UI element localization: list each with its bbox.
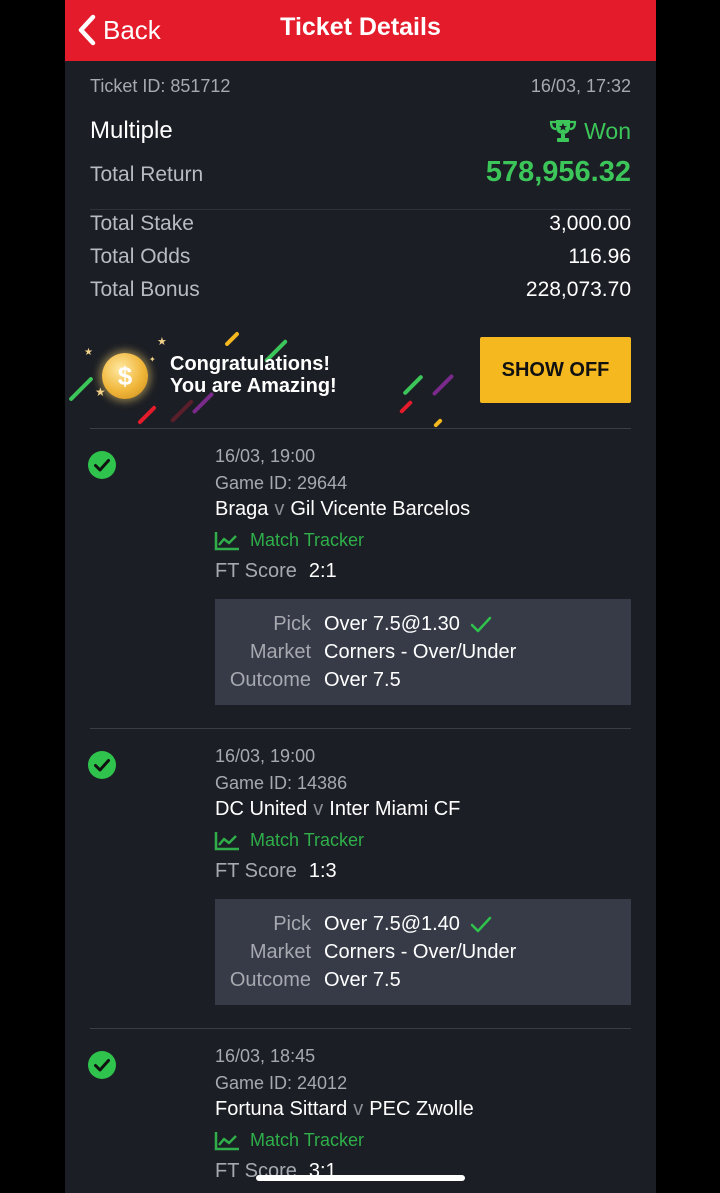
home-team: Braga [215, 498, 269, 520]
outcome-value: Over 7.5 [324, 669, 401, 691]
check-circle-icon [88, 451, 116, 479]
versus-label: v [274, 498, 285, 520]
leg-teams: Fortuna Sittard v PEC Zwolle [215, 1098, 474, 1121]
match-tracker-link[interactable]: Match Tracker [214, 830, 364, 851]
total-stake-value: 3,000.00 [549, 212, 631, 235]
total-return-value: 578,956.32 [485, 156, 631, 188]
confetti-streak [431, 373, 455, 397]
congrats-banner: ★ ★ ★ ✦ $ Congratulations! You are Amazi… [65, 325, 656, 430]
market-label: Market [249, 641, 311, 663]
header-bar: Back Ticket Details [65, 0, 656, 61]
ft-score-label: FT Score [215, 860, 297, 882]
chart-icon [214, 1131, 239, 1150]
ticket-meta-row: Ticket ID: 851712 16/03, 17:32 [90, 76, 631, 97]
star-icon: ✦ [149, 355, 156, 364]
pick-value: Over 7.5@1.40 [324, 913, 460, 935]
pick-label: Pick [273, 913, 311, 935]
ft-score-row: FT Score 2:1 [215, 560, 337, 583]
congrats-text: Congratulations! You are Amazing! [170, 353, 337, 397]
leg-teams: Braga v Gil Vicente Barcelos [215, 498, 470, 521]
leg-datetime: 16/03, 19:00 [215, 746, 316, 766]
leg-datetime: 16/03, 19:00 [215, 446, 316, 466]
home-team: DC United [215, 798, 308, 820]
ticket-datetime: 16/03, 17:32 [530, 76, 631, 96]
outcome-label: Outcome [229, 669, 311, 691]
away-team: Inter Miami CF [329, 798, 461, 820]
show-off-button[interactable]: SHOW OFF [480, 337, 631, 403]
home-indicator[interactable] [256, 1175, 465, 1181]
ticket-details-screen: Back Ticket Details Ticket ID: 851712 16… [65, 0, 656, 1193]
total-bonus-row: Total Bonus 228,073.70 [90, 278, 631, 302]
star-icon: ★ [84, 347, 93, 358]
total-bonus-label: Total Bonus [90, 278, 200, 301]
total-odds-label: Total Odds [90, 245, 191, 268]
checkmark-icon [470, 916, 492, 932]
confetti-streak [68, 376, 94, 402]
versus-label: v [353, 1098, 364, 1120]
total-return-label: Total Return [90, 163, 204, 186]
match-tracker-label: Match Tracker [250, 1130, 365, 1150]
versus-label: v [313, 798, 324, 820]
leg-teams: DC United v Inter Miami CF [215, 798, 460, 821]
ticket-type-row: Multiple Won [90, 117, 631, 145]
leg-game-id: Game ID: 14386 [215, 773, 348, 793]
bet-leg: 16/03, 19:00 Game ID: 29644 Braga v Gil Vi… [65, 429, 656, 729]
leg-game-id: Game ID: 29644 [215, 473, 348, 493]
pick-value-row: Over 7.5@1.40 [324, 913, 492, 936]
check-circle-icon [88, 751, 116, 779]
leg-game-id: Game ID: 24012 [215, 1073, 348, 1093]
confetti-streak [137, 405, 157, 425]
pick-label: Pick [273, 613, 311, 635]
ft-score-label: FT Score [215, 560, 297, 582]
match-tracker-link[interactable]: Match Tracker [214, 1130, 364, 1151]
home-team: Fortuna Sittard [215, 1098, 348, 1120]
ft-score-value: 1:3 [308, 860, 337, 882]
pick-value-row: Over 7.5@1.30 [324, 613, 492, 636]
total-odds-row: Total Odds 116.96 [90, 245, 631, 269]
trophy-icon [550, 120, 577, 142]
checkmark-icon [470, 616, 492, 632]
market-label: Market [249, 941, 311, 963]
status-text: Won [584, 117, 631, 144]
away-team: PEC Zwolle [369, 1098, 474, 1120]
outcome-value: Over 7.5 [324, 969, 401, 991]
chart-icon [214, 831, 239, 850]
chart-icon [214, 531, 239, 550]
outcome-label: Outcome [229, 969, 311, 991]
match-tracker-label: Match Tracker [250, 830, 365, 850]
confetti-streak [169, 398, 195, 424]
congrats-line-1: Congratulations! [170, 353, 330, 375]
leg-datetime: 16/03, 18:45 [215, 1046, 316, 1066]
ft-score-row: FT Score 1:3 [215, 860, 337, 883]
ticket-id: Ticket ID: 851712 [90, 76, 231, 96]
total-return-row: Total Return 578,956.32 [90, 156, 631, 189]
summary-divider [90, 209, 631, 210]
status-badge: Won [548, 118, 631, 145]
pick-box: Pick Over 7.5@1.30 Market Corners - Over… [215, 599, 631, 705]
match-tracker-label: Match Tracker [250, 530, 365, 550]
pick-box: Pick Over 7.5@1.40 Market Corners - Over… [215, 899, 631, 1005]
away-team: Gil Vicente Barcelos [290, 498, 471, 520]
confetti-streak [398, 399, 414, 415]
total-odds-value: 116.96 [568, 245, 631, 268]
confetti-streak [402, 374, 424, 396]
check-circle-icon [88, 1051, 116, 1079]
total-bonus-value: 228,073.70 [525, 278, 631, 301]
market-value: Corners - Over/Under [324, 641, 517, 663]
confetti-streak [224, 331, 240, 347]
total-stake-row: Total Stake 3,000.00 [90, 212, 631, 236]
total-stake-label: Total Stake [90, 212, 194, 235]
congrats-line-2: You are Amazing! [170, 375, 337, 397]
ticket-type: Multiple [90, 117, 173, 144]
match-tracker-link[interactable]: Match Tracker [214, 530, 364, 551]
pick-value: Over 7.5@1.30 [324, 613, 460, 635]
coin-icon: $ [102, 353, 148, 399]
page-title: Ticket Details [280, 13, 441, 41]
bet-leg: 16/03, 18:45 Game ID: 24012 Fortuna Sitt… [65, 1029, 656, 1193]
star-icon: ★ [157, 336, 167, 348]
confetti-streak [433, 418, 443, 428]
bet-leg: 16/03, 19:00 Game ID: 14386 DC United v In… [65, 729, 656, 1029]
ft-score-value: 2:1 [308, 560, 337, 582]
market-value: Corners - Over/Under [324, 941, 517, 963]
